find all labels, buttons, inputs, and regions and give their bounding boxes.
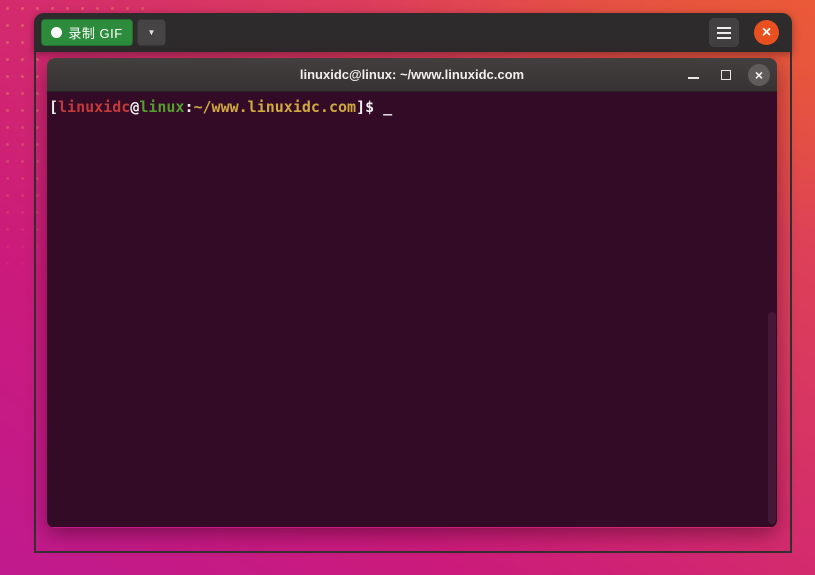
terminal-maximize-button[interactable] <box>716 58 736 92</box>
prompt-working-directory: ~/www.linuxidc.com <box>193 98 357 116</box>
terminal-scrollbar-thumb[interactable] <box>768 312 776 524</box>
terminal-content-area[interactable]: [linuxidc@linux:~/www.linuxidc.com]$ _ <box>47 92 777 527</box>
terminal-minimize-button[interactable] <box>683 58 703 92</box>
terminal-titlebar[interactable]: linuxidc@linux: ~/www.linuxidc.com × <box>47 58 777 92</box>
menu-icon <box>717 31 731 34</box>
menu-icon <box>717 36 731 39</box>
record-dot-icon <box>51 27 63 38</box>
prompt-at-sign: @ <box>130 98 140 116</box>
terminal-cursor: _ <box>383 98 393 116</box>
prompt-dollar-sign: $ <box>365 98 375 116</box>
maximize-icon <box>721 70 731 80</box>
prompt-username: linuxidc <box>58 98 131 116</box>
peek-header-bar[interactable]: 录制 GIF ▼ × <box>34 13 792 52</box>
prompt-colon: : <box>184 98 194 116</box>
terminal-window: linuxidc@linux: ~/www.linuxidc.com × [li… <box>47 58 777 528</box>
prompt-close-bracket: ] <box>356 98 366 116</box>
desktop: 录制 GIF ▼ × linuxidc@linux: ~/www.linuxid… <box>0 0 815 575</box>
chevron-down-icon: ▼ <box>147 28 156 37</box>
record-options-dropdown-button[interactable]: ▼ <box>137 19 166 46</box>
close-icon: × <box>761 23 772 41</box>
app-menu-button[interactable] <box>709 18 739 47</box>
minimize-icon <box>687 77 699 79</box>
menu-icon <box>717 26 731 29</box>
prompt-hostname: linux <box>139 98 185 116</box>
terminal-title: linuxidc@linux: ~/www.linuxidc.com <box>299 67 525 82</box>
prompt-open-bracket: [ <box>49 98 59 116</box>
peek-close-button[interactable]: × <box>754 20 779 45</box>
close-icon: × <box>754 67 764 83</box>
shell-prompt: [linuxidc@linux:~/www.linuxidc.com]$ _ <box>49 98 767 117</box>
record-button-label: 录制 GIF <box>68 26 123 41</box>
terminal-close-button[interactable]: × <box>748 64 770 86</box>
record-gif-button[interactable]: 录制 GIF <box>41 19 133 46</box>
